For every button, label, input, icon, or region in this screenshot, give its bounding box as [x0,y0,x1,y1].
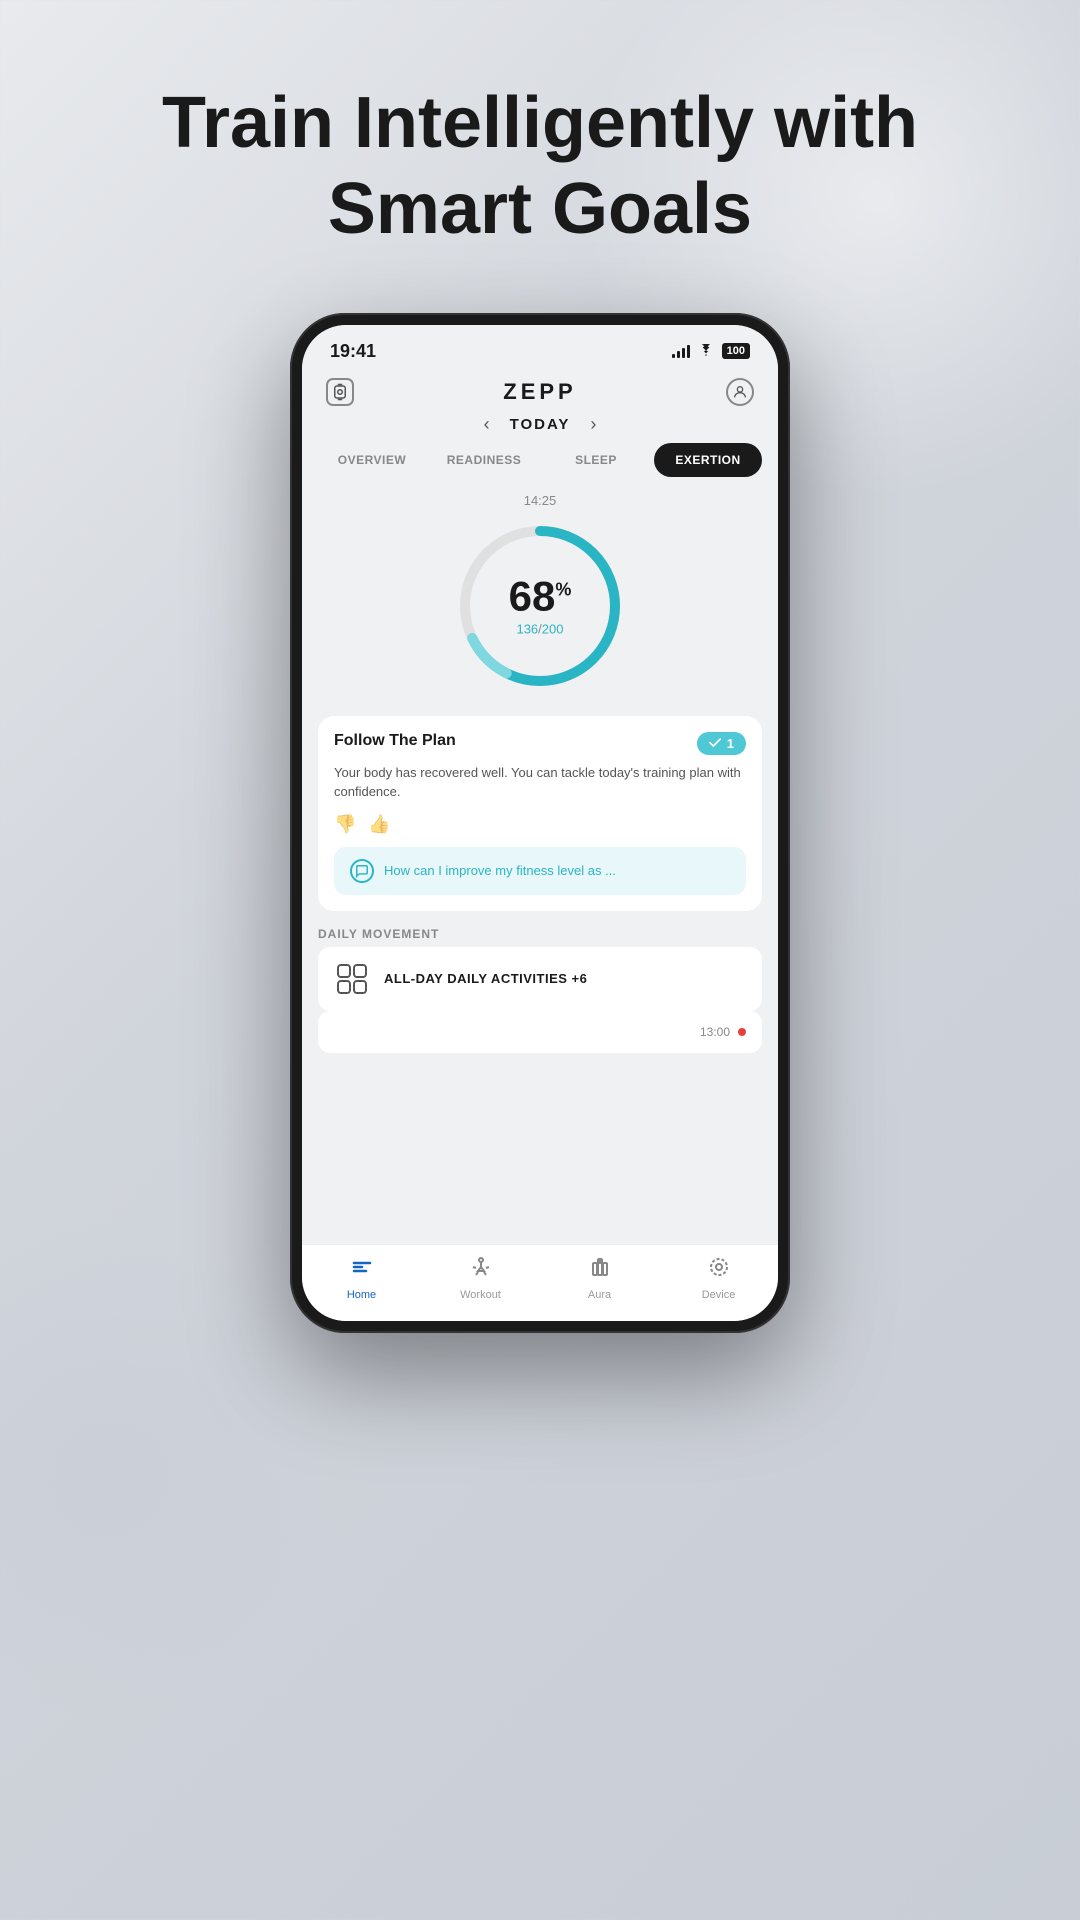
nav-device-label: Device [702,1289,736,1301]
bottom-nav: Home Workout [302,1244,778,1321]
ai-prompt-button[interactable]: How can I improve my fitness level as ..… [334,847,746,895]
nav-aura[interactable]: Aura [570,1255,630,1301]
phone-frame: 19:41 100 [290,313,790,1333]
nav-home[interactable]: Home [332,1255,392,1301]
ai-prompt-text: How can I improve my fitness level as ..… [384,863,616,878]
home-icon [350,1255,374,1285]
watch-icon[interactable] [326,378,354,406]
thumbs-up-button[interactable]: 👍 [368,814,390,835]
activity-name: ALL-DAY DAILY ACTIVITIES +6 [384,971,587,986]
status-bar: 19:41 100 [302,325,778,370]
circle-time: 14:25 [524,493,557,508]
prev-date-button[interactable]: ‹ [484,414,490,435]
card-title: Follow The Plan [334,732,456,750]
daily-movement-section: DAILY MOVEMENT ALL-DAY DAILY ACTIVITIES … [318,919,762,1053]
nav-device[interactable]: Device [689,1255,749,1301]
progress-circle: 68% 136/200 [450,516,630,696]
activity-item[interactable]: ALL-DAY DAILY ACTIVITIES +6 [318,947,762,1011]
thumbs-down-button[interactable]: 👎 [334,814,356,835]
section-label: DAILY MOVEMENT [318,919,762,947]
card-description: Your body has recovered well. You can ta… [334,763,746,802]
workout-icon [469,1255,493,1285]
status-time: 19:41 [330,341,376,362]
nav-workout-label: Workout [460,1289,501,1301]
tabs-container: OVERVIEW READINESS SLEEP EXERTION [302,443,778,477]
signal-icon [672,344,690,358]
profile-icon[interactable] [726,378,754,406]
card-badge: 1 [697,732,746,755]
wifi-icon [698,343,714,359]
battery-indicator: 100 [722,343,750,359]
cards-area: Follow The Plan 1 Your body has recovere… [302,712,778,1244]
follow-plan-card: Follow The Plan 1 Your body has recovere… [318,716,762,911]
activity-icon [334,961,370,997]
nav-workout[interactable]: Workout [451,1255,511,1301]
tab-overview[interactable]: OVERVIEW [318,443,426,477]
tab-readiness[interactable]: READINESS [430,443,538,477]
red-dot [738,1028,746,1036]
card-header: Follow The Plan 1 [334,732,746,755]
status-icons: 100 [672,343,750,359]
date-nav: ‹ TODAY › [302,410,778,443]
device-icon [707,1255,731,1285]
activity-time: 13:00 [700,1025,730,1039]
tab-exertion[interactable]: EXERTION [654,443,762,477]
page-title: Train Intelligently with Smart Goals [0,80,1080,253]
card-actions: 👎 👍 [334,814,746,835]
circle-section: 14:25 68% 136/200 [302,485,778,712]
next-activity-item[interactable]: 13:00 [318,1011,762,1053]
circle-percent: 68% [509,575,572,617]
app-header: ZEPP [302,370,778,410]
app-logo: ZEPP [503,379,576,405]
next-date-button[interactable]: › [590,414,596,435]
phone-screen: 19:41 100 [302,325,778,1321]
aura-icon [588,1255,612,1285]
date-label: TODAY [510,416,571,433]
circle-center: 68% 136/200 [509,575,572,636]
nav-aura-label: Aura [588,1289,611,1301]
nav-home-label: Home [347,1289,376,1301]
circle-values: 136/200 [509,621,572,636]
tab-sleep[interactable]: SLEEP [542,443,650,477]
ai-chat-icon [350,859,374,883]
